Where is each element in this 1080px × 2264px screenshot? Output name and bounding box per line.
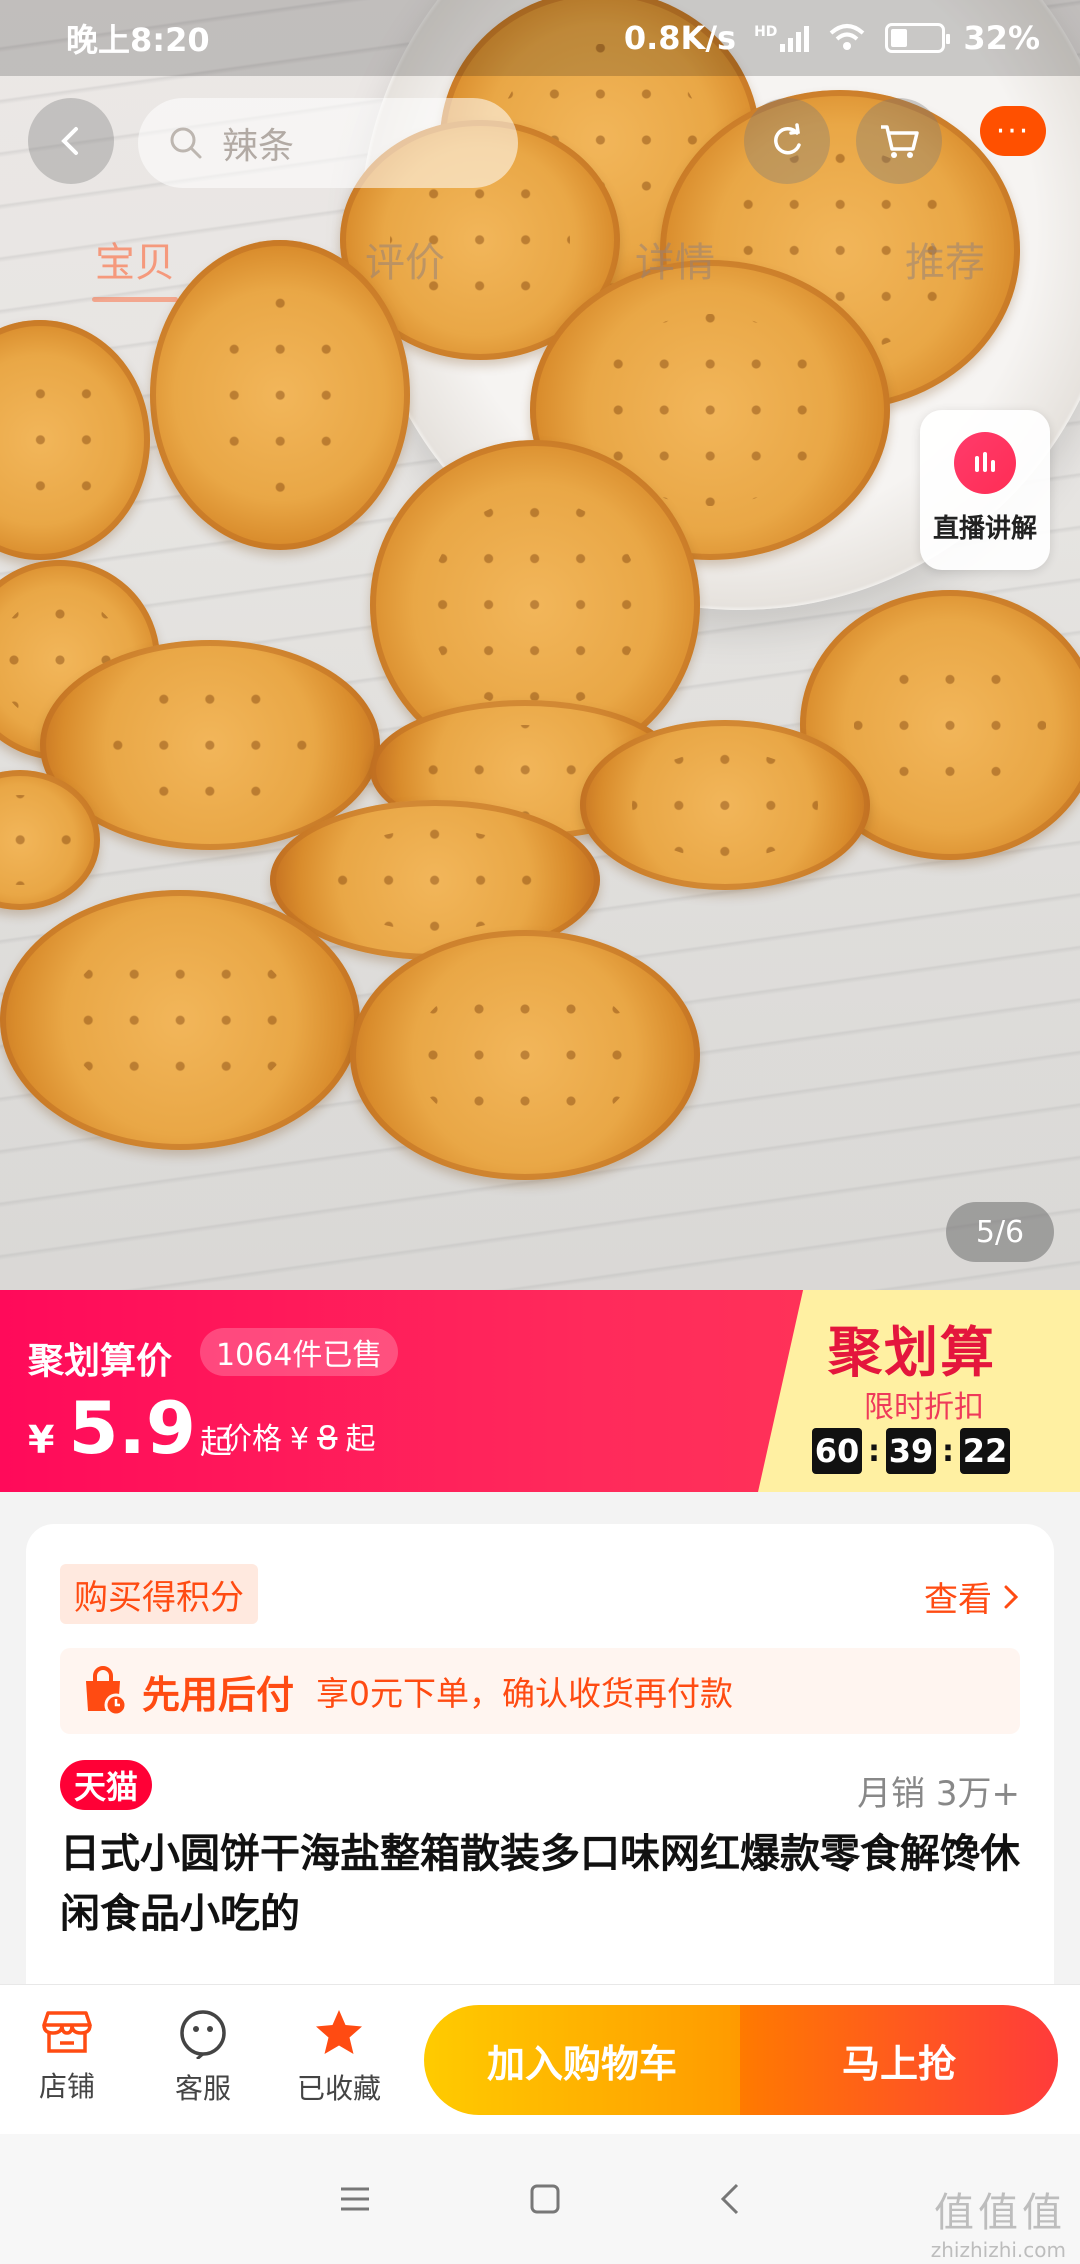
live-explain-label: 直播讲解 xyxy=(932,514,1037,544)
pay-later-title: 先用后付 xyxy=(142,1672,295,1717)
product-title: 日式小圆饼干海盐整箱散装多口味网红爆款零食解馋休闲食品小吃的 xyxy=(60,1831,1020,1937)
watermark-logo: 值值值 xyxy=(934,2190,1066,2236)
tab-reviews[interactable]: 评价 xyxy=(270,222,540,306)
share-button[interactable] xyxy=(744,98,830,184)
hd-label: HD xyxy=(754,24,778,40)
status-icons: 0.8K/s HD 32% xyxy=(624,19,1040,57)
search-placeholder: 辣条 xyxy=(222,126,295,167)
original-price-suffix: 起 xyxy=(345,1422,376,1457)
battery-icon xyxy=(885,23,951,53)
currency-symbol: ¥ xyxy=(28,1418,55,1462)
biscuit-image xyxy=(580,720,870,890)
shop-label: 店铺 xyxy=(38,2070,95,2103)
juhuasuan-logo: 聚划算 xyxy=(828,1321,996,1384)
wifi-icon xyxy=(830,24,865,50)
original-price: 价格 ¥ 8 起 xyxy=(222,1414,375,1458)
service-icon xyxy=(180,2010,226,2059)
shop-button[interactable]: 店铺 xyxy=(12,2007,122,2105)
battery-percent: 32% xyxy=(963,19,1040,57)
watermark: 值值值 zhizhizhi.com xyxy=(931,2180,1066,2262)
back-button[interactable] xyxy=(28,98,114,184)
live-explain-button[interactable]: 直播讲解 xyxy=(920,410,1050,570)
countdown-seconds: 22 xyxy=(960,1428,1010,1474)
chevron-right-icon xyxy=(1004,1585,1019,1608)
original-price-amount: 8 xyxy=(317,1419,338,1457)
cart-icon xyxy=(881,125,919,158)
favorite-label: 已收藏 xyxy=(296,2072,381,2105)
status-bar: 晚上8:20 0.8K/s HD 32% xyxy=(0,0,1080,76)
juhuasuan-brand-panel: 聚划算 限时折扣 60 : 39 : 22 xyxy=(758,1290,1080,1492)
limited-discount-label: 限时折扣 xyxy=(864,1390,984,1425)
shopping-bag-icon xyxy=(86,1666,128,1717)
countdown-timer: 60 : 39 : 22 xyxy=(812,1428,1010,1474)
back-triangle-icon[interactable] xyxy=(717,2181,743,2217)
countdown-hours: 60 xyxy=(812,1428,862,1474)
biscuit-image xyxy=(350,930,700,1180)
points-tag[interactable]: 购买得积分 xyxy=(60,1564,258,1624)
view-points-link[interactable]: 查看 xyxy=(924,1572,1020,1621)
price-amount: 5.9 xyxy=(68,1386,196,1470)
pay-later-banner[interactable]: 先用后付 享0元下单，确认收货再付款 xyxy=(60,1648,1020,1734)
top-navigation: 辣条 ··· 宝贝 评价 详情 推荐 xyxy=(0,76,1080,306)
status-time: 晚上8:20 xyxy=(66,21,210,59)
add-to-cart-button[interactable]: 加入购物车 xyxy=(424,2005,740,2115)
star-icon xyxy=(316,2010,362,2054)
watermark-url: zhizhizhi.com xyxy=(930,2238,1066,2262)
product-info-card: 购买得积分 查看 先用后付 享0元下单，确认收货再付款 天猫 月销 3万+ 日式… xyxy=(26,1524,1054,1984)
live-icon xyxy=(954,432,1016,494)
pay-later-desc: 享0元下单，确认收货再付款 xyxy=(316,1674,734,1713)
view-label: 查看 xyxy=(924,1580,992,1620)
buy-now-button[interactable]: 马上抢 xyxy=(740,2005,1058,2115)
menu-icon[interactable] xyxy=(337,2183,373,2215)
tab-details[interactable]: 详情 xyxy=(540,222,810,306)
more-menu-button[interactable]: ··· xyxy=(980,106,1046,156)
customer-service-button[interactable]: 客服 xyxy=(148,2007,258,2107)
sold-count-badge: 1064件已售 xyxy=(200,1328,399,1376)
shop-icon xyxy=(42,2011,92,2053)
section-tabs: 宝贝 评价 详情 推荐 xyxy=(0,222,1080,306)
home-square-icon[interactable] xyxy=(528,2182,562,2216)
favorite-button[interactable]: 已收藏 xyxy=(284,2007,394,2107)
back-arrow-icon xyxy=(61,127,78,155)
gallery-page-indicator: 5/6 xyxy=(946,1202,1054,1262)
system-navigation-bar xyxy=(0,2134,1080,2264)
promo-price: ¥ 5.9 起 xyxy=(28,1386,232,1470)
signal-icon: HD xyxy=(754,24,810,52)
search-icon xyxy=(170,127,202,159)
service-label: 客服 xyxy=(174,2072,231,2105)
cart-button[interactable] xyxy=(856,98,942,184)
tmall-badge: 天猫 xyxy=(60,1760,153,1810)
promo-price-label: 聚划算价 xyxy=(28,1341,173,1382)
monthly-sales: 月销 3万+ xyxy=(857,1774,1020,1814)
juhuasuan-promo-banner[interactable]: 聚划算价 1064件已售 ¥ 5.9 起 价格 ¥ 8 起 聚划算 限时折扣 6… xyxy=(0,1290,1080,1492)
search-input[interactable]: 辣条 xyxy=(138,98,518,188)
bottom-action-bar: 店铺 客服 已收藏 加入购物车 马上抢 xyxy=(0,1984,1080,2134)
original-currency: ¥ xyxy=(290,1422,310,1457)
original-price-label: 价格 xyxy=(222,1422,282,1457)
biscuit-image xyxy=(0,890,360,1150)
network-speed: 0.8K/s xyxy=(623,19,737,57)
tab-product[interactable]: 宝贝 xyxy=(0,222,270,306)
tab-recommend[interactable]: 推荐 xyxy=(810,222,1080,306)
share-icon xyxy=(774,123,801,155)
countdown-minutes: 39 xyxy=(886,1428,936,1474)
